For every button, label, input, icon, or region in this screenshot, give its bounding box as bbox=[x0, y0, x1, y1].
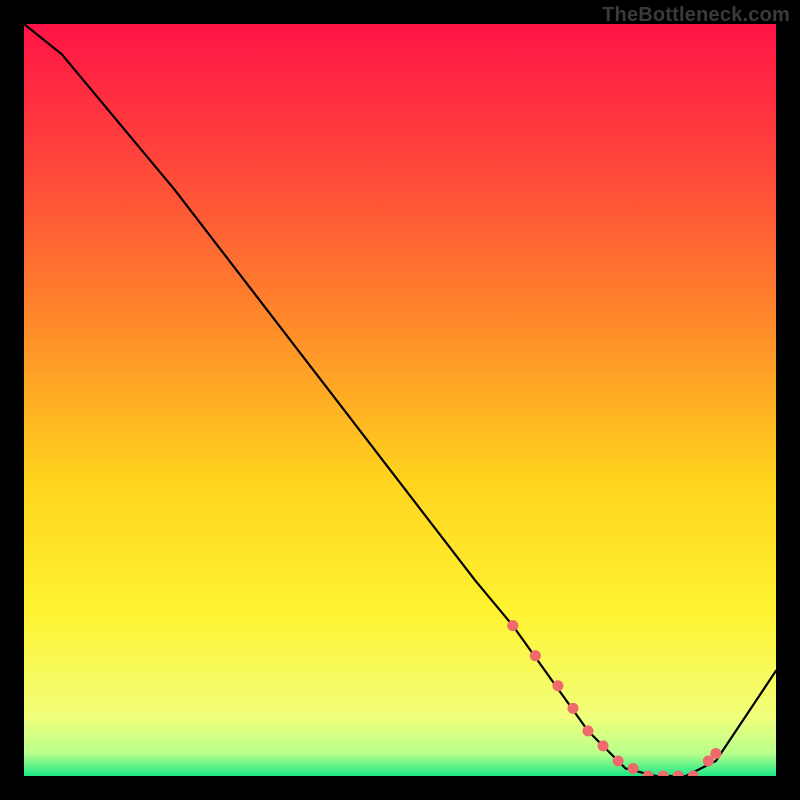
curve-marker bbox=[507, 620, 518, 631]
curve-marker bbox=[567, 703, 578, 714]
curve-marker bbox=[598, 740, 609, 751]
curve-marker bbox=[613, 755, 624, 766]
curve-marker bbox=[552, 680, 563, 691]
chart-svg bbox=[24, 24, 776, 776]
curve-marker bbox=[583, 725, 594, 736]
chart-background bbox=[24, 24, 776, 776]
plot-area bbox=[24, 24, 776, 776]
curve-marker bbox=[530, 650, 541, 661]
chart-frame: TheBottleneck.com bbox=[0, 0, 800, 800]
curve-marker bbox=[710, 748, 721, 759]
curve-marker bbox=[628, 763, 639, 774]
